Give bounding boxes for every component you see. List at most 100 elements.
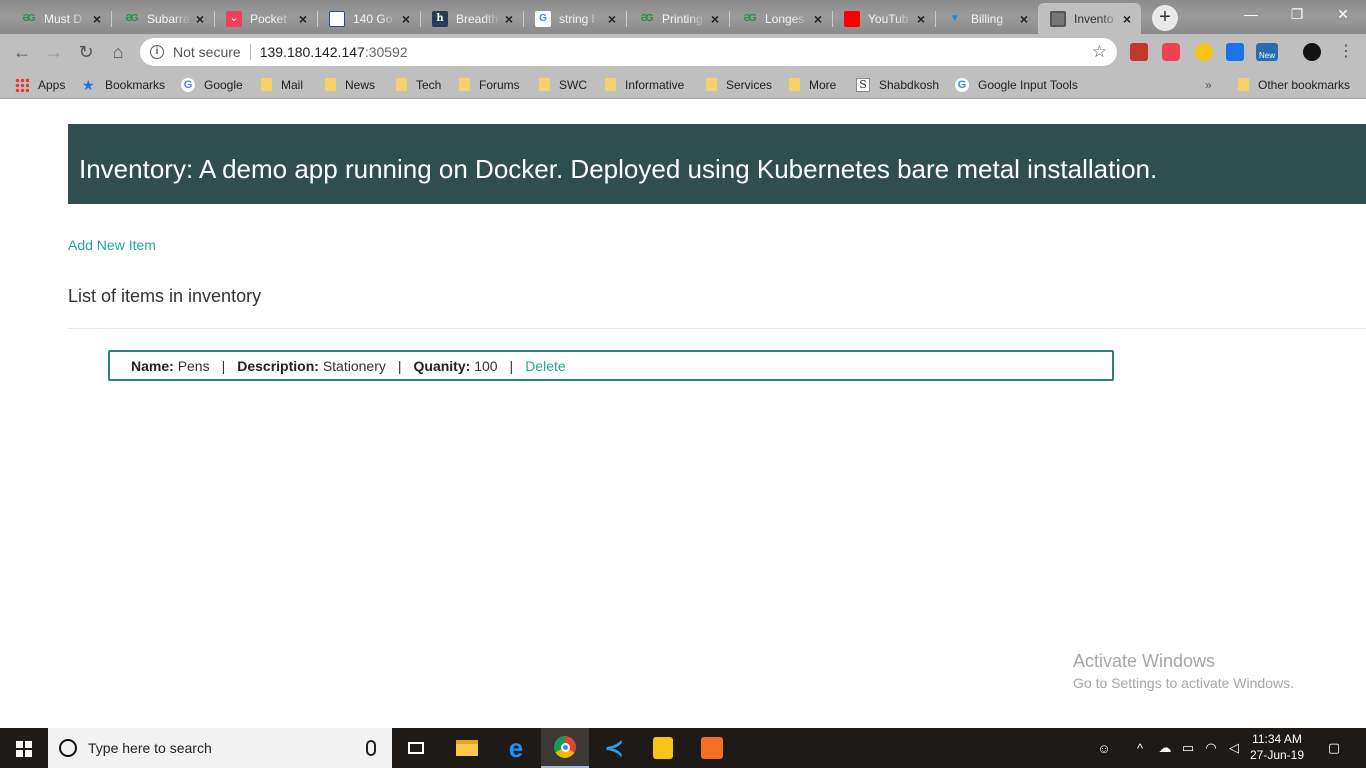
close-tab-icon[interactable]: × bbox=[810, 11, 826, 27]
bookmark-shabdkosh[interactable]: S Shabdkosh bbox=[856, 76, 939, 93]
forward-icon[interactable]: → bbox=[42, 40, 66, 64]
bookmark-star-icon[interactable]: ☆ bbox=[1092, 42, 1107, 62]
bookmark-apps[interactable]: Apps bbox=[15, 76, 65, 93]
clock-date: 27-Jun-19 bbox=[1249, 748, 1305, 762]
globe-icon bbox=[1050, 10, 1066, 27]
bookmark-mail[interactable]: Mail bbox=[261, 76, 303, 93]
file-explorer-icon[interactable] bbox=[443, 728, 491, 768]
close-tab-icon[interactable]: × bbox=[1016, 11, 1032, 27]
bookmark-google-input-tools[interactable]: G Google Input Tools bbox=[955, 76, 1078, 93]
gfg-icon: ƏG bbox=[743, 13, 756, 24]
folder-icon bbox=[396, 78, 407, 91]
star-extension-icon[interactable] bbox=[1195, 43, 1213, 61]
battery-icon[interactable]: ▭ bbox=[1178, 728, 1198, 768]
tab[interactable]: G string l × bbox=[523, 3, 626, 34]
info-icon[interactable]: i bbox=[150, 45, 164, 59]
tab[interactable]: ƏG Must D × bbox=[8, 3, 111, 34]
tab-title: 140 Go bbox=[353, 11, 393, 26]
close-tab-icon[interactable]: × bbox=[398, 11, 414, 27]
volume-icon[interactable]: ◁ bbox=[1224, 728, 1244, 768]
home-icon[interactable]: ⌂ bbox=[106, 40, 130, 64]
list-item: Name: Pens | Description: Stationery | Q… bbox=[108, 350, 1114, 381]
pdf-app-icon[interactable] bbox=[688, 728, 736, 768]
bookmark-tech[interactable]: Tech bbox=[396, 76, 441, 93]
quantity-label: Quanity: bbox=[413, 357, 471, 374]
bookmark-other[interactable]: Other bookmarks bbox=[1238, 76, 1350, 93]
address-bar[interactable]: i Not secure 139.180.142.147:30592 ☆ bbox=[140, 38, 1117, 66]
apps-icon bbox=[15, 77, 29, 92]
close-tab-icon[interactable]: × bbox=[707, 11, 723, 27]
shabdkosh-icon: S bbox=[856, 77, 870, 92]
tab[interactable]: YouTub × bbox=[832, 3, 935, 34]
tab[interactable]: 140 Go × bbox=[317, 3, 420, 34]
close-window-icon[interactable]: ✕ bbox=[1320, 0, 1366, 30]
notifications-icon[interactable]: ▢ bbox=[1318, 728, 1350, 768]
people-icon[interactable]: ☺ bbox=[1092, 728, 1116, 768]
bookmark-google[interactable]: G Google bbox=[181, 76, 243, 93]
tab[interactable]: ▼ Billing × bbox=[935, 3, 1038, 34]
pocket-extension-icon[interactable] bbox=[1162, 43, 1180, 61]
bookmark-forums[interactable]: Forums bbox=[459, 76, 520, 93]
h-icon: h bbox=[432, 10, 448, 27]
tab[interactable]: ƏG Longes × bbox=[729, 3, 832, 34]
description-label: Description: bbox=[237, 357, 319, 374]
translate-extension-icon[interactable] bbox=[1226, 43, 1244, 61]
bookmark-news[interactable]: News bbox=[325, 76, 375, 93]
tab[interactable]: ⌄ Pocket × bbox=[214, 3, 317, 34]
menu-icon[interactable]: ⋮ bbox=[1334, 40, 1358, 64]
book-extension-icon[interactable] bbox=[1130, 43, 1148, 61]
profile-avatar[interactable] bbox=[1303, 43, 1321, 61]
separator: | bbox=[221, 357, 226, 374]
tab-active[interactable]: Invento × bbox=[1038, 3, 1141, 34]
close-tab-icon[interactable]: × bbox=[913, 11, 929, 27]
grid-icon bbox=[329, 10, 345, 27]
reload-icon[interactable]: ↻ bbox=[74, 40, 98, 64]
new-tab-button[interactable]: + bbox=[1152, 5, 1178, 31]
delete-link[interactable]: Delete bbox=[525, 358, 565, 374]
pocket-icon: ⌄ bbox=[226, 10, 242, 27]
minimize-icon[interactable]: — bbox=[1228, 0, 1274, 30]
folder-icon bbox=[706, 78, 717, 91]
taskbar-search[interactable]: Type here to search bbox=[48, 728, 392, 768]
bookmark-more[interactable]: More bbox=[789, 76, 836, 93]
onedrive-icon[interactable]: ☁ bbox=[1155, 728, 1175, 768]
bookmark-swc[interactable]: SWC bbox=[539, 76, 587, 93]
bookmark-label: More bbox=[809, 77, 837, 92]
chrome-icon[interactable] bbox=[541, 728, 589, 768]
add-new-item-link[interactable]: Add New Item bbox=[68, 237, 156, 253]
youtube-icon bbox=[844, 10, 860, 27]
close-tab-icon[interactable]: × bbox=[192, 11, 208, 27]
bookmark-informative[interactable]: Informative bbox=[605, 76, 684, 93]
gfg-icon: ƏG bbox=[22, 13, 35, 24]
bookmark-bookmarks[interactable]: ★ Bookmarks bbox=[82, 76, 165, 93]
tab-title: Invento bbox=[1074, 11, 1114, 26]
bulb-app-icon[interactable] bbox=[639, 728, 687, 768]
folder-icon bbox=[605, 78, 616, 91]
edge-icon[interactable]: e bbox=[492, 728, 540, 768]
tab[interactable]: ƏG Subarra × bbox=[111, 3, 214, 34]
bookmarks-bar: Apps ★ Bookmarks G Google Mail News Tech F… bbox=[0, 70, 1366, 99]
microphone-icon[interactable] bbox=[366, 740, 376, 756]
vscode-icon[interactable]: ≺ bbox=[590, 728, 638, 768]
bookmark-label: Google bbox=[204, 77, 243, 92]
close-tab-icon[interactable]: × bbox=[89, 11, 105, 27]
close-tab-icon[interactable]: × bbox=[501, 11, 517, 27]
close-tab-icon[interactable]: × bbox=[295, 11, 311, 27]
restore-icon[interactable]: ❐ bbox=[1274, 0, 1320, 30]
task-view-icon[interactable] bbox=[392, 728, 440, 768]
system-clock[interactable]: 11:34 AM 27-Jun-19 bbox=[1248, 731, 1306, 763]
tab[interactable]: h Breadth × bbox=[420, 3, 523, 34]
tab[interactable]: ƏG Printing × bbox=[626, 3, 729, 34]
close-tab-icon[interactable]: × bbox=[1119, 11, 1135, 27]
bookmarks-overflow-button[interactable]: » bbox=[1205, 76, 1212, 93]
close-tab-icon[interactable]: × bbox=[604, 11, 620, 27]
wifi-icon[interactable]: ◠ bbox=[1201, 728, 1221, 768]
item-description: Stationery bbox=[322, 357, 386, 374]
show-hidden-icons[interactable]: ^ bbox=[1130, 728, 1150, 768]
start-button[interactable] bbox=[0, 728, 48, 768]
folder-icon bbox=[1238, 78, 1249, 91]
bookmark-label: Tech bbox=[416, 77, 442, 92]
new-extension-icon[interactable]: New bbox=[1256, 43, 1278, 61]
bookmark-services[interactable]: Services bbox=[706, 76, 772, 93]
back-icon[interactable]: ← bbox=[10, 40, 34, 64]
